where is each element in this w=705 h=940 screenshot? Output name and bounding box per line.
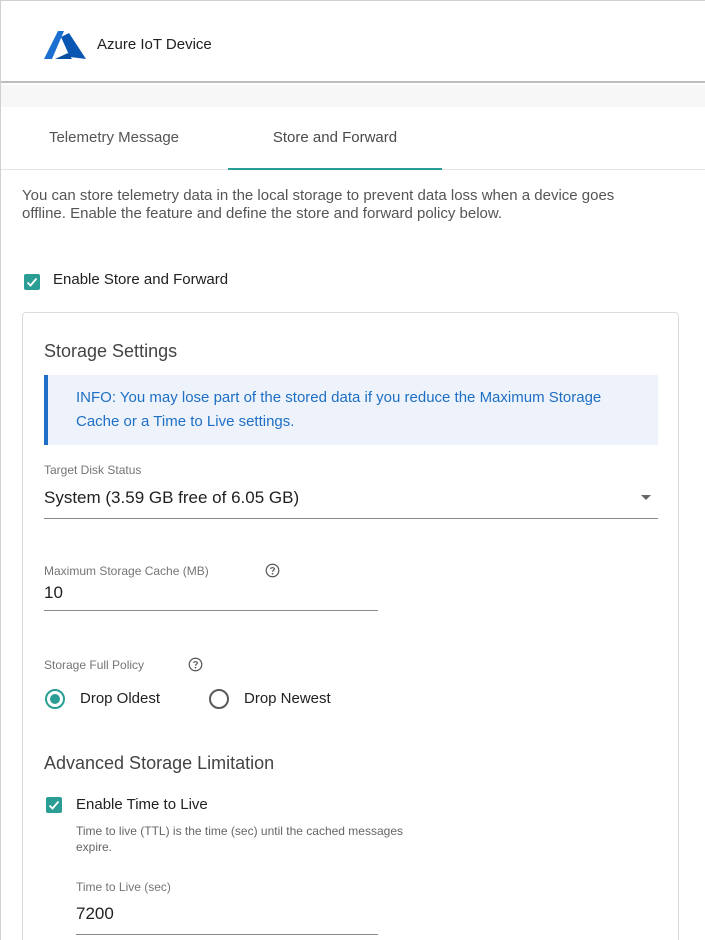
ttl-input[interactable]: 7200 — [76, 904, 114, 924]
help-icon[interactable] — [188, 657, 203, 672]
help-icon[interactable] — [265, 563, 280, 578]
info-banner: INFO: You may lose part of the stored da… — [44, 375, 658, 445]
drop-oldest-radio[interactable] — [45, 689, 65, 709]
azure-logo-icon — [44, 31, 86, 59]
header-spacer — [1, 85, 705, 107]
ttl-underline — [76, 934, 378, 935]
ttl-hint: Time to live (TTL) is the time (sec) unt… — [76, 824, 403, 854]
enable-store-forward-checkbox[interactable] — [24, 274, 40, 290]
info-banner-text: INFO: You may lose part of the stored da… — [76, 389, 602, 430]
storage-settings-title: Storage Settings — [44, 341, 178, 361]
advanced-storage-title: Advanced Storage Limitation — [44, 753, 275, 773]
drop-oldest-label: Drop Oldest — [80, 690, 161, 707]
page: Azure IoT Device Telemetry Message Store… — [0, 0, 705, 940]
tab-store-and-forward[interactable]: Store and Forward — [228, 107, 442, 170]
tab-telemetry-message[interactable]: Telemetry Message — [11, 107, 217, 169]
enable-store-forward-label: Enable Store and Forward — [53, 271, 229, 288]
max-cache-input[interactable]: 10 — [44, 583, 63, 603]
intro-text: You can store telemetry data in the loca… — [22, 187, 615, 222]
drop-newest-radio[interactable] — [209, 689, 229, 709]
dropdown-arrow-icon[interactable] — [641, 495, 651, 500]
target-disk-label: Target Disk Status — [44, 463, 142, 477]
max-cache-underline — [44, 610, 378, 611]
tab-bar: Telemetry Message Store and Forward — [1, 107, 705, 170]
enable-ttl-label: Enable Time to Live — [76, 796, 208, 813]
target-disk-underline — [44, 518, 658, 519]
checkmark-icon — [48, 800, 60, 810]
checkmark-icon — [26, 277, 38, 287]
ttl-label: Time to Live (sec) — [76, 880, 171, 894]
app-title: Azure IoT Device — [97, 36, 212, 53]
app-header: Azure IoT Device — [1, 1, 705, 83]
storage-full-policy-label: Storage Full Policy — [44, 658, 145, 672]
max-cache-label: Maximum Storage Cache (MB) — [44, 564, 209, 578]
drop-newest-label: Drop Newest — [244, 690, 331, 707]
enable-ttl-checkbox[interactable] — [46, 797, 62, 813]
target-disk-select[interactable]: System (3.59 GB free of 6.05 GB) — [44, 488, 299, 508]
